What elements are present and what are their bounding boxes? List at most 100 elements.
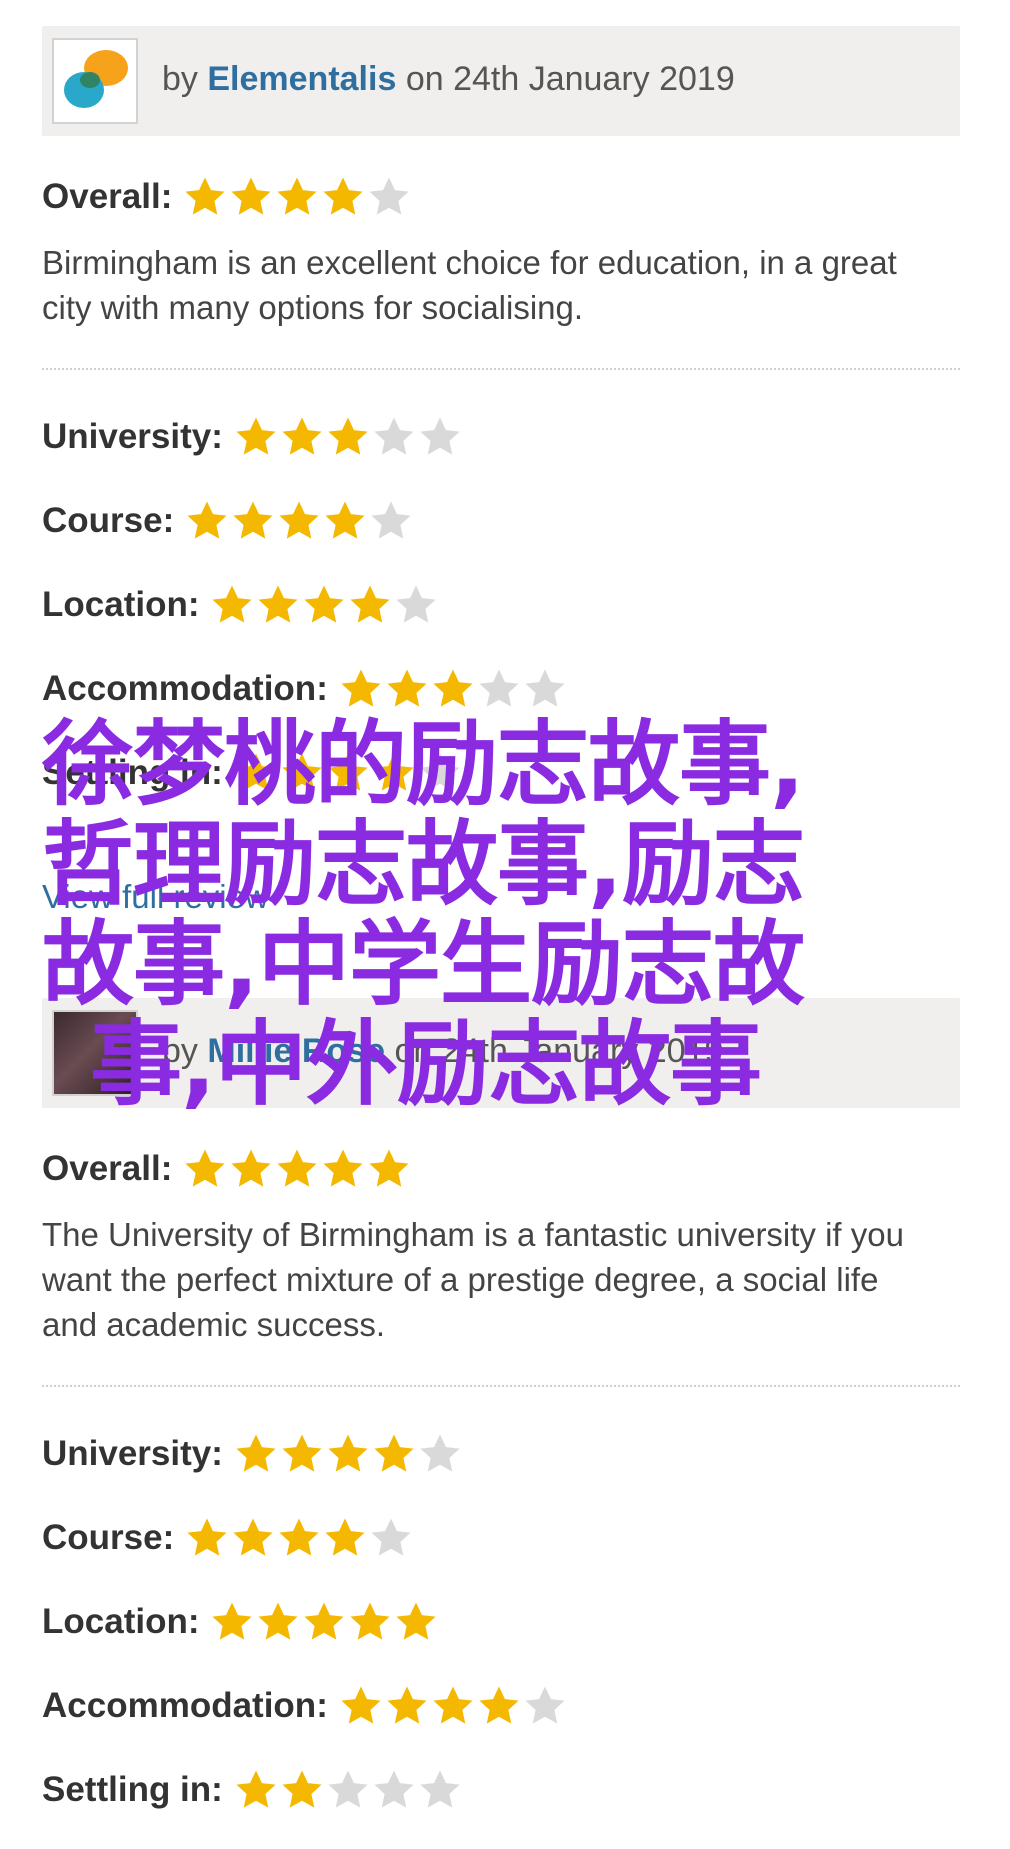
star-filled-icon (233, 414, 279, 460)
review-author-bar: by Elementalis on 24th January 2019 (42, 26, 960, 136)
rating-accommodation: Accommodation: (42, 664, 960, 714)
rating-label: Location: (42, 585, 200, 624)
star-filled-icon (228, 1146, 274, 1192)
divider (42, 368, 960, 370)
overlay-caption: 徐梦桃的励志故事, 哲理励志故事,励志 故事,中学生励志故 事,中外励志故事 (42, 715, 922, 1115)
category-ratings: University: Course: Location: Accommodat… (42, 1429, 960, 1815)
star-filled-icon (255, 1599, 301, 1645)
star-filled-icon (476, 1683, 522, 1729)
star-filled-icon (182, 174, 228, 220)
star-filled-icon (182, 1146, 228, 1192)
avatar[interactable] (52, 38, 138, 124)
star-rating (184, 1515, 414, 1561)
star-filled-icon (430, 1683, 476, 1729)
rating-location: Location: (42, 1597, 960, 1647)
star-filled-icon (338, 666, 384, 712)
star-filled-icon (301, 582, 347, 628)
star-rating (184, 498, 414, 544)
star-filled-icon (279, 1431, 325, 1477)
star-empty-icon (417, 1767, 463, 1813)
rating-label: Location: (42, 1602, 200, 1641)
star-rating (338, 1683, 568, 1729)
star-filled-icon (347, 582, 393, 628)
star-empty-icon (476, 666, 522, 712)
star-filled-icon (322, 498, 368, 544)
rating-label: University: (42, 417, 223, 456)
overlay-line: 故事,中学生励志故 (42, 911, 805, 1018)
by-prefix: by (162, 60, 198, 98)
rating-label: Course: (42, 1518, 175, 1557)
overall-rating: Overall: (42, 172, 960, 222)
star-empty-icon (366, 174, 412, 220)
rating-label: Accommodation: (42, 669, 328, 708)
star-filled-icon (184, 498, 230, 544)
star-filled-icon (209, 582, 255, 628)
overall-rating: Overall: (42, 1144, 960, 1194)
star-filled-icon (184, 1515, 230, 1561)
star-filled-icon (320, 1146, 366, 1192)
star-empty-icon (368, 1515, 414, 1561)
star-filled-icon (430, 666, 476, 712)
star-filled-icon (255, 582, 301, 628)
star-filled-icon (279, 1767, 325, 1813)
star-empty-icon (417, 414, 463, 460)
rating-university: University: (42, 1429, 960, 1479)
rating-label: Accommodation: (42, 1686, 328, 1725)
review-comment: Birmingham is an excellent choice for ed… (42, 244, 897, 326)
star-filled-icon (371, 1431, 417, 1477)
star-filled-icon (274, 1146, 320, 1192)
star-empty-icon (371, 414, 417, 460)
rating-course: Course: (42, 496, 960, 546)
star-filled-icon (384, 1683, 430, 1729)
review-card-2: by Millie Rose on 24th January 2019 Over… (42, 998, 960, 1849)
star-empty-icon (368, 498, 414, 544)
star-empty-icon (522, 1683, 568, 1729)
colorful-bubbles-avatar-icon (64, 50, 128, 108)
star-filled-icon (320, 174, 366, 220)
star-empty-icon (522, 666, 568, 712)
divider (42, 1385, 960, 1387)
review-date: on 24th January 2019 (405, 60, 735, 98)
star-rating (182, 174, 412, 220)
rating-label: University: (42, 1434, 223, 1473)
star-filled-icon (230, 498, 276, 544)
star-filled-icon (233, 1767, 279, 1813)
rating-university: University: (42, 412, 960, 462)
overlay-line: 事,中外励志故事 (90, 1011, 762, 1118)
star-empty-icon (371, 1767, 417, 1813)
star-filled-icon (325, 1431, 371, 1477)
star-rating (233, 414, 463, 460)
star-filled-icon (301, 1599, 347, 1645)
star-filled-icon (274, 174, 320, 220)
author-name-link[interactable]: Elementalis (207, 60, 396, 98)
star-rating (182, 1146, 412, 1192)
star-filled-icon (230, 1515, 276, 1561)
rating-accommodation: Accommodation: (42, 1681, 960, 1731)
star-rating (233, 1767, 463, 1813)
star-filled-icon (366, 1146, 412, 1192)
star-filled-icon (228, 174, 274, 220)
star-filled-icon (276, 498, 322, 544)
rating-course: Course: (42, 1513, 960, 1563)
star-filled-icon (322, 1515, 368, 1561)
star-filled-icon (393, 1599, 439, 1645)
star-empty-icon (393, 582, 439, 628)
star-filled-icon (233, 1431, 279, 1477)
rating-label: Settling in: (42, 1770, 223, 1809)
author-line: by Elementalis on 24th January 2019 (162, 60, 735, 99)
star-filled-icon (325, 414, 371, 460)
star-filled-icon (384, 666, 430, 712)
rating-label: Course: (42, 501, 175, 540)
overlay-line: 徐梦桃的励志故事, (42, 711, 805, 818)
rating-location: Location: (42, 580, 960, 630)
star-filled-icon (347, 1599, 393, 1645)
overall-label: Overall: (42, 1149, 173, 1188)
overall-label: Overall: (42, 177, 173, 216)
star-rating (338, 666, 568, 712)
review-comment: The University of Birmingham is a fantas… (42, 1216, 904, 1343)
star-filled-icon (338, 1683, 384, 1729)
star-filled-icon (209, 1599, 255, 1645)
star-rating (209, 582, 439, 628)
star-empty-icon (417, 1431, 463, 1477)
star-empty-icon (325, 1767, 371, 1813)
